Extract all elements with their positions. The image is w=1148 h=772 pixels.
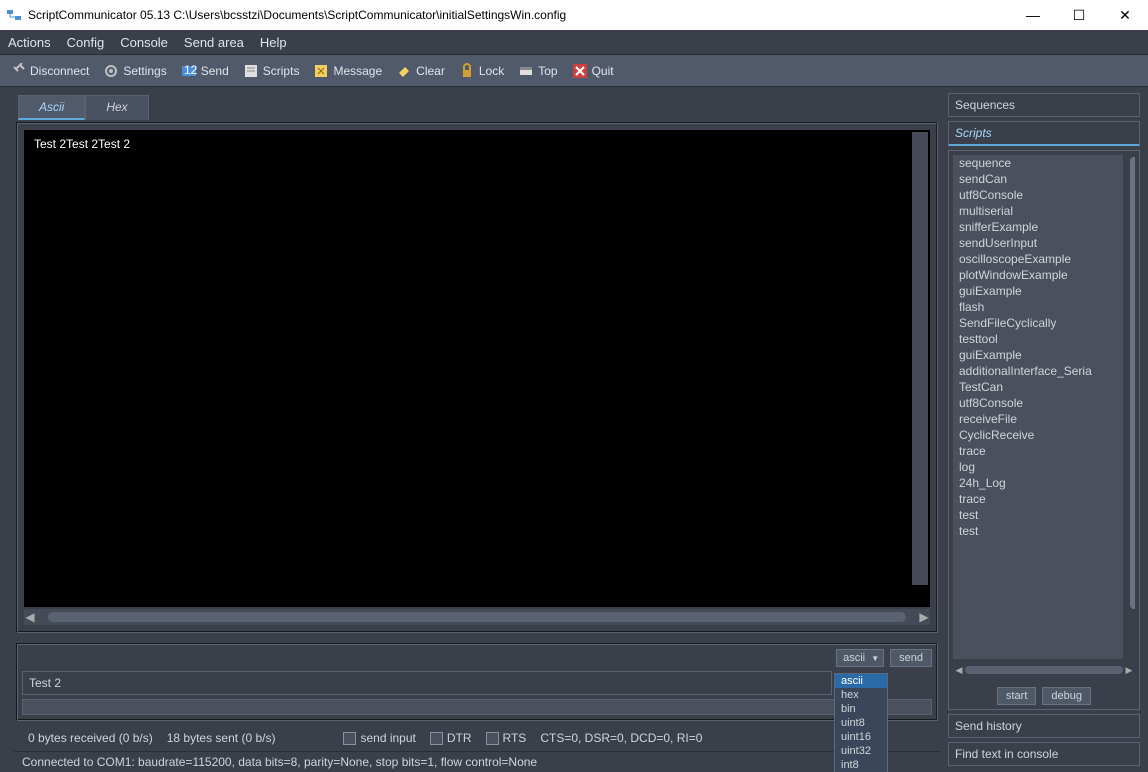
- clear-icon: [396, 63, 412, 79]
- script-item[interactable]: multiserial: [953, 203, 1135, 219]
- script-item[interactable]: guiExample: [953, 283, 1135, 299]
- checkbox-icon: [343, 732, 356, 745]
- scripts-hscrollbar[interactable]: ◀▶: [953, 663, 1135, 677]
- titlebar: ScriptCommunicator 05.13 C:\Users\bcsstz…: [0, 0, 1148, 30]
- script-item[interactable]: sendUserInput: [953, 235, 1135, 251]
- quit-icon: [572, 63, 588, 79]
- find-text-panel[interactable]: Find text in console: [948, 742, 1140, 766]
- svg-text:123: 123: [184, 63, 197, 77]
- scripts-button[interactable]: Scripts: [237, 61, 306, 81]
- top-button[interactable]: Top: [512, 61, 563, 81]
- send-input-secondary[interactable]: [22, 699, 932, 715]
- script-item[interactable]: trace: [953, 491, 1135, 507]
- scripts-vscrollbar[interactable]: [1123, 155, 1135, 659]
- app-icon: [6, 7, 22, 23]
- connection-status: Connected to COM1: baudrate=115200, data…: [14, 751, 940, 772]
- checkbox-rts[interactable]: RTS: [486, 731, 527, 745]
- start-button[interactable]: start: [997, 687, 1036, 705]
- debug-button[interactable]: debug: [1042, 687, 1091, 705]
- menu-help[interactable]: Help: [260, 35, 287, 50]
- scripts-tab-header[interactable]: Scripts: [948, 121, 1140, 146]
- console-output[interactable]: Test 2Test 2Test 2: [24, 130, 930, 607]
- menu-actions[interactable]: Actions: [8, 35, 51, 50]
- minimize-button[interactable]: —: [1010, 0, 1056, 30]
- script-item[interactable]: SendFileCyclically: [953, 315, 1135, 331]
- checkbox-sendinput[interactable]: send input: [343, 731, 415, 745]
- checkbox-dtr[interactable]: DTR: [430, 731, 472, 745]
- send-button[interactable]: send: [890, 649, 932, 667]
- script-item[interactable]: snifferExample: [953, 219, 1135, 235]
- dd-option-uint32[interactable]: uint32: [835, 744, 887, 758]
- checkbox-icon: [486, 732, 499, 745]
- script-item[interactable]: sendCan: [953, 171, 1135, 187]
- status-bar: 0 bytes received (0 b/s) 18 bytes sent (…: [14, 725, 940, 751]
- send-button-tb[interactable]: 123Send: [175, 61, 235, 81]
- lock-icon: [459, 63, 475, 79]
- menubar: Actions Config Console Send area Help: [0, 30, 1148, 55]
- scripts-panel: sequencesendCanutf8Consolemultiserialsni…: [948, 150, 1140, 710]
- script-item[interactable]: plotWindowExample: [953, 267, 1135, 283]
- toolbar: Disconnect Settings 123Send Scripts Mess…: [0, 55, 1148, 87]
- script-item[interactable]: additionalInterface_Seria: [953, 363, 1135, 379]
- send-history-panel[interactable]: Send history: [948, 714, 1140, 738]
- script-item[interactable]: testtool: [953, 331, 1135, 347]
- scroll-left-icon: ◀: [24, 611, 36, 623]
- settings-button[interactable]: Settings: [97, 61, 172, 81]
- console-panel: Test 2Test 2Test 2 ◀ ▶: [16, 122, 938, 633]
- message-icon: [313, 63, 329, 79]
- menu-sendarea[interactable]: Send area: [184, 35, 244, 50]
- quit-button[interactable]: Quit: [566, 61, 620, 81]
- menu-console[interactable]: Console: [120, 35, 168, 50]
- top-icon: [518, 63, 534, 79]
- console-vscrollbar[interactable]: [912, 132, 928, 585]
- line-status: CTS=0, DSR=0, DCD=0, RI=0: [540, 731, 702, 745]
- script-item[interactable]: test: [953, 507, 1135, 523]
- script-item[interactable]: TestCan: [953, 379, 1135, 395]
- dd-option-ascii[interactable]: ascii: [835, 674, 887, 688]
- script-item[interactable]: trace: [953, 443, 1135, 459]
- send-type-dropdown[interactable]: ascii: [836, 649, 884, 667]
- script-item[interactable]: sequence: [953, 155, 1135, 171]
- send-icon: 123: [181, 63, 197, 79]
- maximize-button[interactable]: ☐: [1056, 0, 1102, 30]
- console-tabs: Ascii Hex: [18, 95, 940, 120]
- sequences-header[interactable]: Sequences: [948, 93, 1140, 117]
- plug-icon: [10, 63, 26, 79]
- script-item[interactable]: receiveFile: [953, 411, 1135, 427]
- dd-option-bin[interactable]: bin: [835, 702, 887, 716]
- dd-option-int8[interactable]: int8: [835, 758, 887, 772]
- dd-option-uint16[interactable]: uint16: [835, 730, 887, 744]
- bytes-sent: 18 bytes sent (0 b/s): [167, 731, 276, 745]
- window-title: ScriptCommunicator 05.13 C:\Users\bcsstz…: [28, 8, 1010, 22]
- script-item[interactable]: utf8Console: [953, 187, 1135, 203]
- script-item[interactable]: log: [953, 459, 1135, 475]
- scripts-list[interactable]: sequencesendCanutf8Consolemultiserialsni…: [953, 155, 1135, 659]
- send-type-dropdown-list: ascii hex bin uint8 uint16 uint32 int8 i…: [834, 673, 888, 772]
- checkbox-icon: [430, 732, 443, 745]
- gear-icon: [103, 63, 119, 79]
- tab-ascii[interactable]: Ascii: [18, 95, 85, 120]
- send-input[interactable]: [22, 671, 832, 695]
- close-button[interactable]: ✕: [1102, 0, 1148, 30]
- dd-option-uint8[interactable]: uint8: [835, 716, 887, 730]
- tab-hex[interactable]: Hex: [85, 95, 148, 120]
- message-button[interactable]: Message: [307, 61, 388, 81]
- script-item[interactable]: CyclicReceive: [953, 427, 1135, 443]
- script-item[interactable]: utf8Console: [953, 395, 1135, 411]
- script-item[interactable]: test: [953, 523, 1135, 539]
- dd-option-hex[interactable]: hex: [835, 688, 887, 702]
- script-item[interactable]: flash: [953, 299, 1135, 315]
- clear-button[interactable]: Clear: [390, 61, 451, 81]
- menu-config[interactable]: Config: [67, 35, 105, 50]
- script-item[interactable]: guiExample: [953, 347, 1135, 363]
- scroll-right-icon: ▶: [918, 611, 930, 623]
- script-item[interactable]: 24h_Log: [953, 475, 1135, 491]
- scripts-icon: [243, 63, 259, 79]
- lock-button[interactable]: Lock: [453, 61, 510, 81]
- console-hscrollbar[interactable]: ◀ ▶: [24, 609, 930, 625]
- send-area: ascii send ascii hex bin uint8 uint16 ui…: [16, 643, 938, 721]
- bytes-received: 0 bytes received (0 b/s): [28, 731, 153, 745]
- disconnect-button[interactable]: Disconnect: [4, 61, 95, 81]
- script-item[interactable]: oscilloscopeExample: [953, 251, 1135, 267]
